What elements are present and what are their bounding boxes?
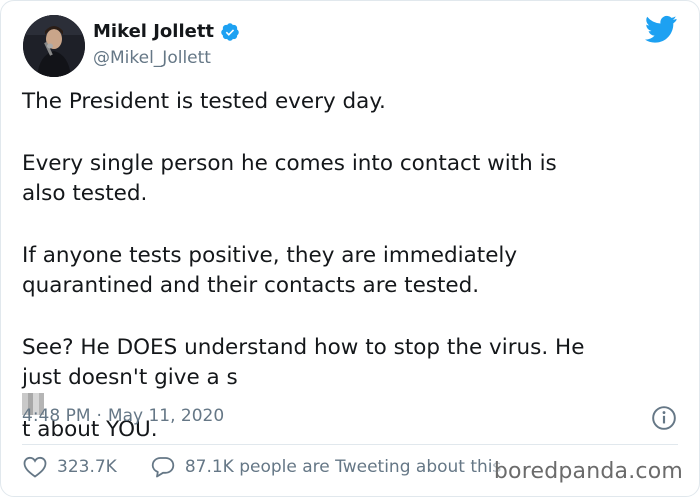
tweet-paragraph-3: If anyone tests positive, they are immed… bbox=[22, 241, 682, 301]
reply-button[interactable]: 87.1K people are Tweeting about this bbox=[151, 456, 502, 478]
tweet-date[interactable]: May 11, 2020 bbox=[108, 406, 224, 426]
timestamp-separator: · bbox=[96, 406, 102, 426]
tweet-paragraph-4: See? He DOES understand how to stop the … bbox=[22, 333, 682, 445]
divider bbox=[22, 444, 678, 445]
conversation-text: 87.1K people are Tweeting about this bbox=[184, 457, 502, 477]
tweet-time[interactable]: 4:48 PM bbox=[22, 406, 91, 426]
author-name-row[interactable]: Mikel Jollett bbox=[93, 21, 240, 42]
avatar-photo bbox=[23, 15, 85, 77]
tweet-paragraph-2: Every single person he comes into contac… bbox=[22, 149, 682, 209]
tweet-paragraph-1: The President is tested every day. bbox=[22, 87, 682, 117]
author-handle[interactable]: @Mikel_Jollett bbox=[93, 48, 211, 68]
tweet-line: quarantined and their contacts are teste… bbox=[22, 273, 480, 298]
tweet-line: also tested. bbox=[22, 181, 148, 206]
tweet-text-fragment: just doesn't give a s bbox=[22, 365, 238, 390]
tweet-line-censored: just doesn't give a st about YOU. bbox=[22, 363, 682, 445]
avatar[interactable] bbox=[23, 15, 85, 77]
tweet-actions: 323.7K 87.1K people are Tweeting about t… bbox=[23, 456, 501, 478]
boredpanda-watermark: boredpanda.com bbox=[493, 459, 683, 484]
tweet-line: The President is tested every day. bbox=[22, 89, 386, 114]
like-count: 323.7K bbox=[57, 457, 117, 477]
info-icon[interactable] bbox=[651, 405, 677, 431]
verified-badge-icon bbox=[221, 22, 239, 41]
tweet-line: Every single person he comes into contac… bbox=[22, 151, 557, 176]
speech-bubble-icon bbox=[151, 457, 175, 478]
like-button[interactable]: 323.7K bbox=[23, 456, 117, 478]
tweet-line: If anyone tests positive, they are immed… bbox=[22, 243, 518, 268]
tweet-timestamp[interactable]: 4:48 PM · May 11, 2020 bbox=[22, 406, 224, 426]
tweet-line: See? He DOES understand how to stop the … bbox=[22, 335, 585, 360]
twitter-bird-icon[interactable] bbox=[645, 15, 677, 43]
tweet-card: Mikel Jollett @Mikel_Jollett The Preside… bbox=[0, 0, 700, 497]
author-display-name[interactable]: Mikel Jollett bbox=[93, 21, 214, 42]
heart-icon bbox=[23, 456, 47, 478]
